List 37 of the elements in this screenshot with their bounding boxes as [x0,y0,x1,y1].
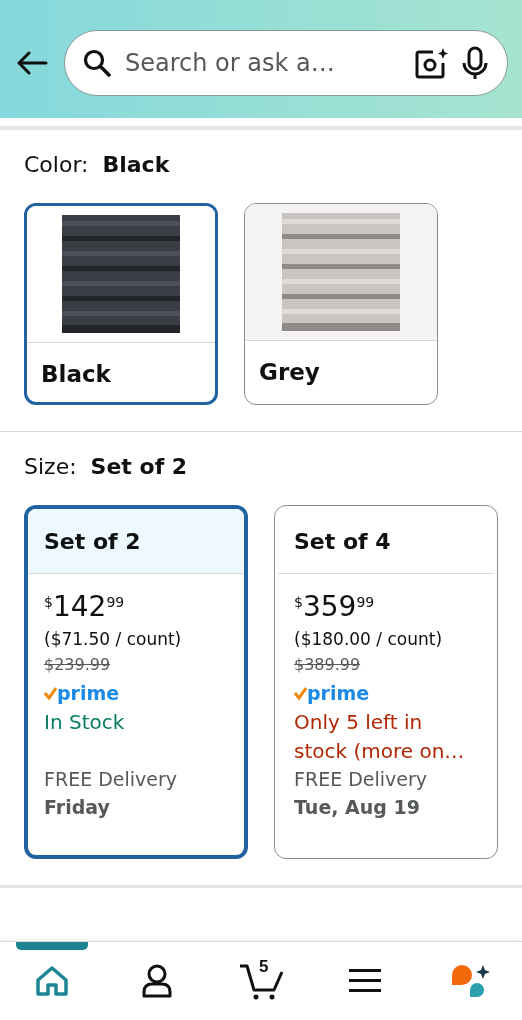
person-icon [140,964,173,998]
color-label: Color: [24,152,89,177]
camera-icon[interactable] [415,47,449,79]
prime-label: prime [57,682,120,704]
home-icon [35,965,70,997]
check-icon [294,686,307,700]
stock-status: Only 5 left in stock (more on… [294,709,466,765]
delivery-label: FREE Delivery [44,768,179,790]
search-icon [83,49,111,77]
selected-size: Set of 2 [90,454,188,479]
cart-icon [237,962,284,1000]
list-price: $239.99 [44,655,112,674]
stock-status: In Stock [44,709,126,736]
color-name: Black [40,360,112,389]
cart-count: 5 [258,957,269,977]
delivery-date: Friday [44,796,111,818]
chat-bubbles-icon [449,963,490,999]
selected-color: Black [102,152,170,177]
color-option[interactable]: Grey [244,203,438,405]
search-field[interactable]: Search or ask a… [64,30,508,96]
back-arrow-icon[interactable] [16,51,48,75]
size-label: Size: [24,454,77,479]
list-price: $389.99 [294,655,362,674]
search-input[interactable]: Search or ask a… [123,48,403,78]
size-title: Set of 4 [294,528,391,554]
menu-icon [349,968,382,994]
unit-price: ($71.50 / count) [44,629,183,649]
delivery-label: FREE Delivery [294,768,429,790]
prime-label: prime [307,682,370,704]
check-icon [44,686,57,700]
size-title: Set of 2 [44,528,141,554]
nav-button[interactable]: 5 [224,942,297,1020]
color-option[interactable]: Black [24,203,218,405]
color-name: Grey [258,358,321,387]
delivery-date: Tue, Aug 19 [294,796,421,818]
unit-price: ($180.00 / count) [294,629,444,649]
microphone-icon[interactable] [461,46,489,80]
